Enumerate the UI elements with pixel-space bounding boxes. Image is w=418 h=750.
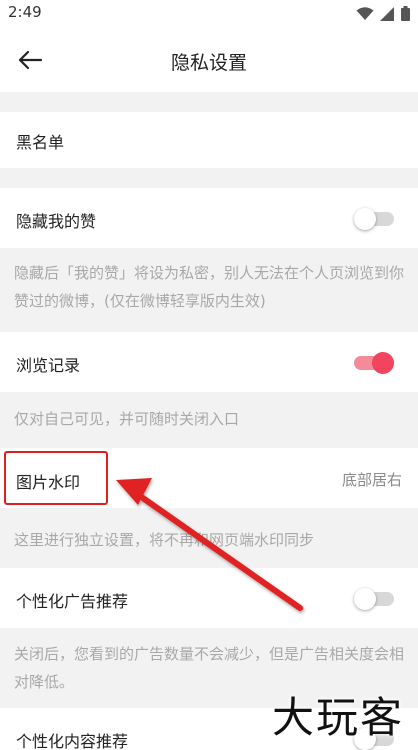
wifi-icon: [356, 6, 374, 20]
hide-likes-label: 隐藏我的赞: [16, 212, 97, 231]
toggle-knob: [372, 352, 394, 374]
image-watermark-value: 底部居右: [341, 471, 402, 489]
personal-ads-toggle[interactable]: [354, 588, 394, 610]
status-icons: [356, 6, 410, 21]
blacklist-label: 黑名单: [16, 133, 65, 152]
page-title: 隐私设置: [170, 52, 247, 74]
browse-history-toggle[interactable]: [354, 352, 394, 374]
browse-history-label: 浏览记录: [16, 356, 81, 375]
hide-likes-row[interactable]: 隐藏我的赞: [0, 188, 418, 248]
personal-ads-row[interactable]: 个性化广告推荐: [0, 568, 418, 628]
site-watermark: 大玩客: [271, 693, 404, 742]
browse-history-row[interactable]: 浏览记录: [0, 332, 418, 392]
annotation-highlight-box: [4, 451, 108, 505]
blacklist-row[interactable]: 黑名单: [0, 112, 418, 168]
toggle-knob: [354, 588, 376, 610]
personal-content-label: 个性化内容推荐: [16, 732, 129, 750]
signal-icon: [380, 6, 394, 21]
toggle-knob: [354, 208, 376, 230]
image-watermark-note: 这里进行独立设置，将不再和网页端水印同步: [0, 512, 418, 568]
status-time: 2:49: [8, 3, 42, 21]
hide-likes-toggle[interactable]: [354, 208, 394, 230]
personal-ads-label: 个性化广告推荐: [16, 592, 129, 611]
hide-likes-note: 隐藏后「我的赞」将设为私密，别人无法在个人页浏览到你赞过的微博，(仅在微博轻享版…: [0, 253, 418, 329]
battery-icon: [401, 6, 410, 21]
app-header: 隐私设置: [0, 28, 418, 92]
status-bar: 2:49: [0, 0, 418, 28]
browse-history-note: 仅对自己可见，并可随时关闭入口: [0, 392, 418, 446]
